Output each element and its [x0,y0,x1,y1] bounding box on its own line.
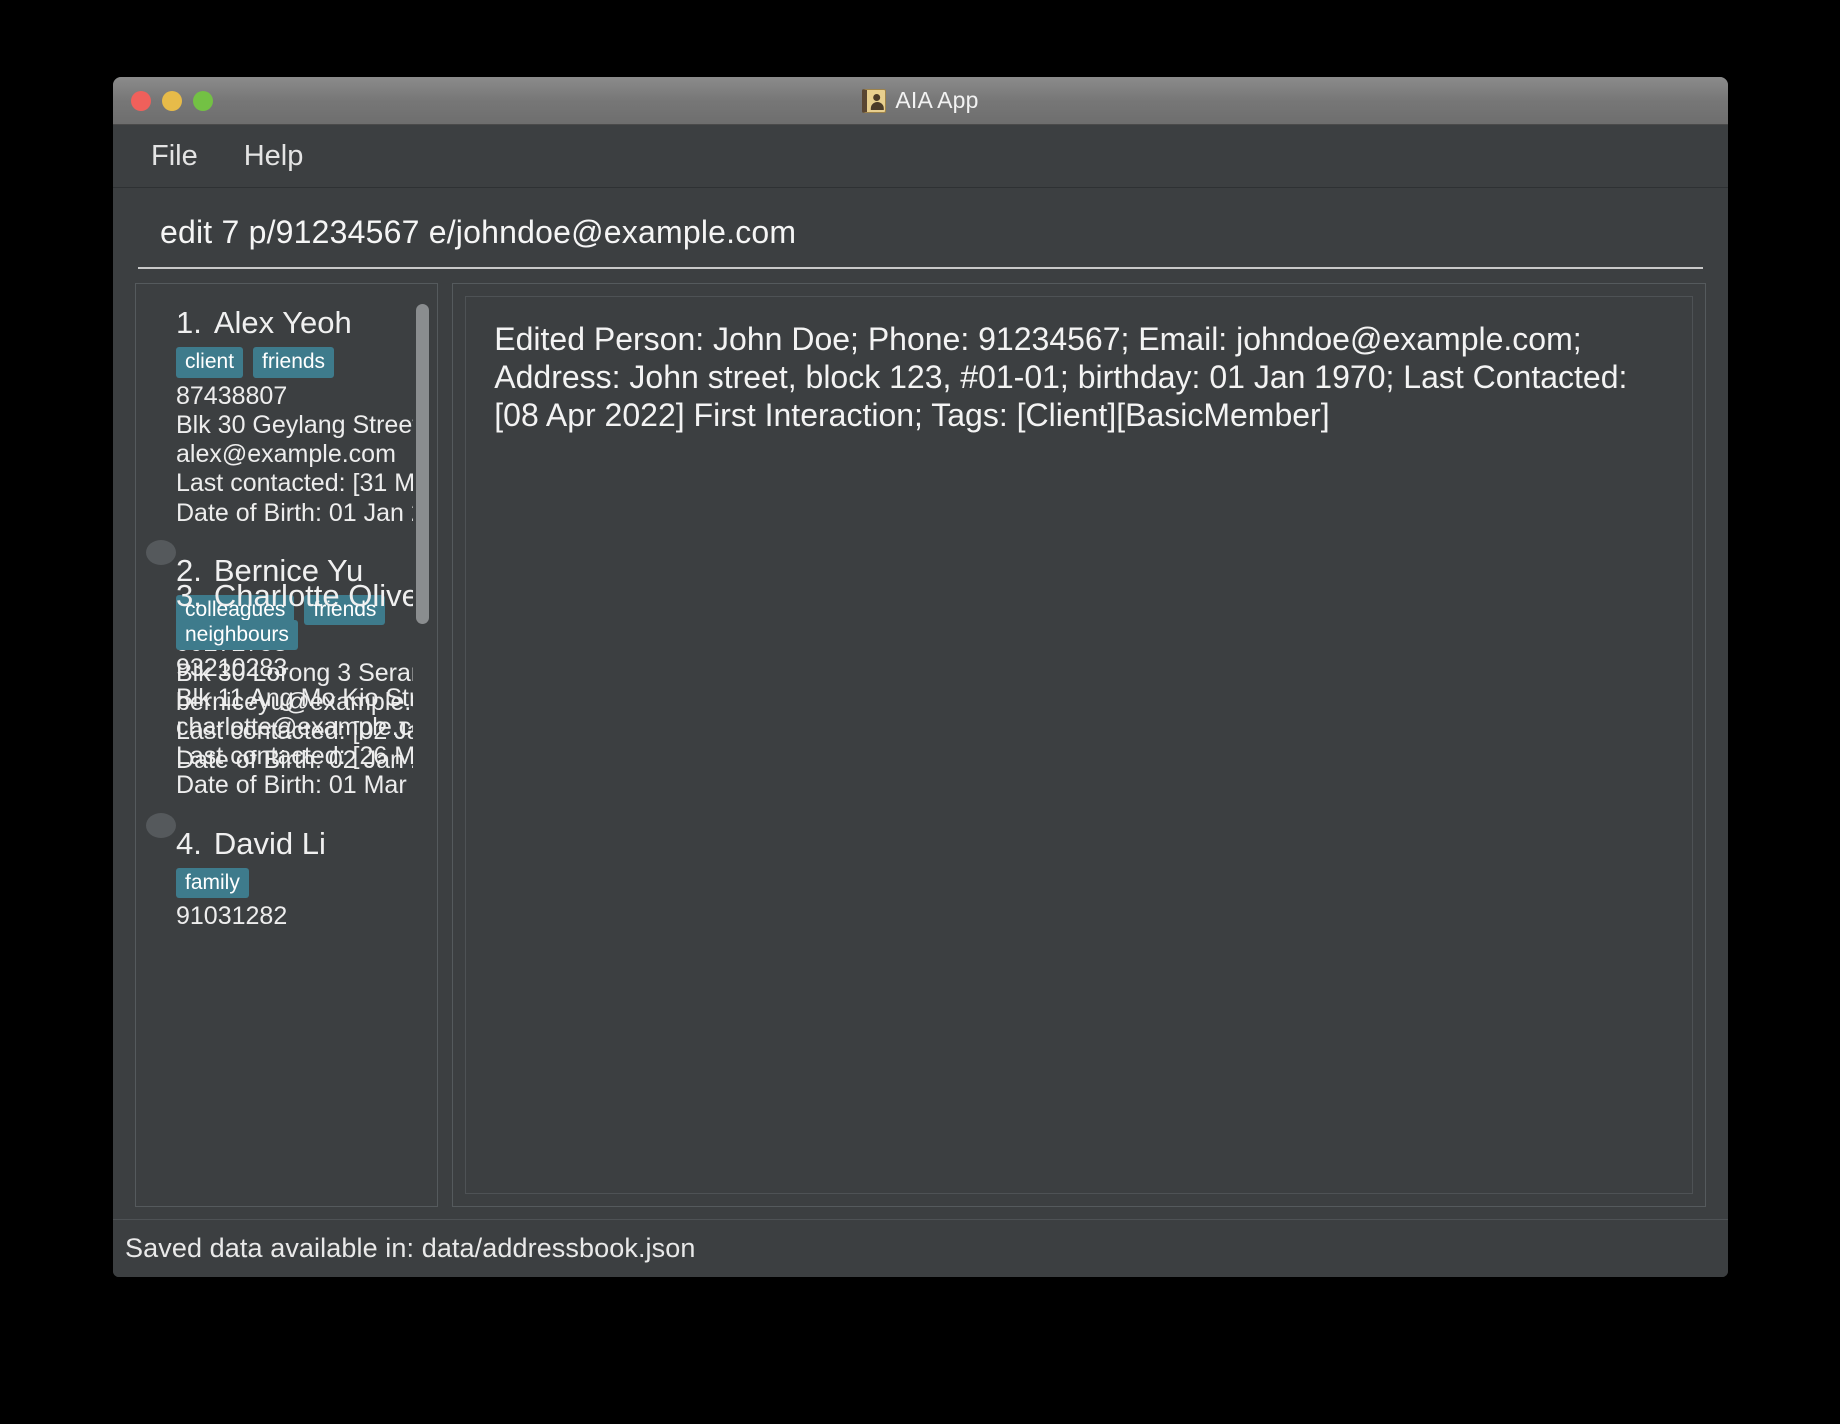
menu-item-file[interactable]: File [133,136,216,177]
person-last-contacted: Last contacted: [26 Mar 2022] kopi [176,742,429,771]
person-address: Blk 11 Ang Mo Kio Street 74, #11-04 [176,683,429,712]
person-address: Blk 30 Geylang Street 29, #06-40 [176,410,429,439]
person-tag: family [176,867,249,899]
result-inner: Edited Person: John Doe; Phone: 91234567… [465,296,1693,1194]
person-phone: 87438807 [176,381,288,410]
person-name-row: 3. Charlotte Oliveiro [176,578,429,614]
person-birthday: Date of Birth: 01 Mar 2000 [176,771,429,800]
window-title: AIA App [895,87,979,113]
menu-item-help[interactable]: Help [226,136,322,177]
command-box: edit 7 p/91234567 e/johndoe@example.com [113,188,1728,269]
person-index: 3. [176,577,202,613]
person-email: alex@example.com [176,440,396,469]
person-email: charlotte@example.com [176,712,430,741]
address-book-icon [862,88,887,113]
close-button[interactable] [131,90,151,111]
person-index: 4. [176,825,202,861]
person-card[interactable]: 4. David Li family 91031282 [146,812,326,930]
app-window: AIA App File Help edit 7 p/91234567 e/jo… [113,77,1728,1277]
person-last-contacted: Last contacted: [31 Mar 2022] sign contr… [176,469,429,498]
person-card[interactable]: 1. Alex Yeoh client friends 87438807 Blk … [146,292,430,540]
person-name: Alex Yeoh [213,305,352,340]
person-list-scroll[interactable]: 1. Alex Yeoh client friends 87438807 Blk … [146,292,430,1198]
result-panel: Edited Person: John Doe; Phone: 91234567… [452,283,1706,1207]
tag-row: neighbours [176,619,429,651]
tag-row: client friends [176,347,429,378]
list-scrollbar-thumb[interactable] [416,304,430,624]
traffic-light-group [131,90,213,111]
person-name: David Li [213,825,326,861]
menu-bar: File Help [113,125,1728,188]
command-input[interactable]: edit 7 p/91234567 e/johndoe@example.com [138,210,1703,269]
maximize-button[interactable] [193,90,213,111]
title-group: AIA App [113,87,1728,114]
main-split: 1. Alex Yeoh client friends 87438807 Blk … [113,269,1728,1207]
title-bar: AIA App [113,77,1728,125]
result-text: Edited Person: John Doe; Phone: 91234567… [494,321,1628,433]
person-tag: client [176,347,244,378]
status-bar: Saved data available in: data/addressboo… [113,1219,1728,1277]
person-index: 1. [176,305,202,340]
person-name-row: 1. Alex Yeoh [176,305,429,341]
person-birthday: Date of Birth: 01 Jan 2020 [176,498,429,527]
person-card[interactable]: 3.Charlotte Oliveiro neighbours 93210283… [146,564,430,813]
person-list-panel: 1. Alex Yeoh client friends 87438807 Blk … [135,283,439,1207]
person-tag: friends [253,347,335,378]
person-card[interactable]: 2.Bernice Yu colleagues friends 99272758… [146,539,429,774]
person-tag: neighbours [176,619,298,651]
minimize-button[interactable] [162,90,182,111]
person-name: Charlotte Oliveiro [213,577,429,613]
status-bar-text: Saved data available in: data/addressboo… [125,1233,696,1263]
